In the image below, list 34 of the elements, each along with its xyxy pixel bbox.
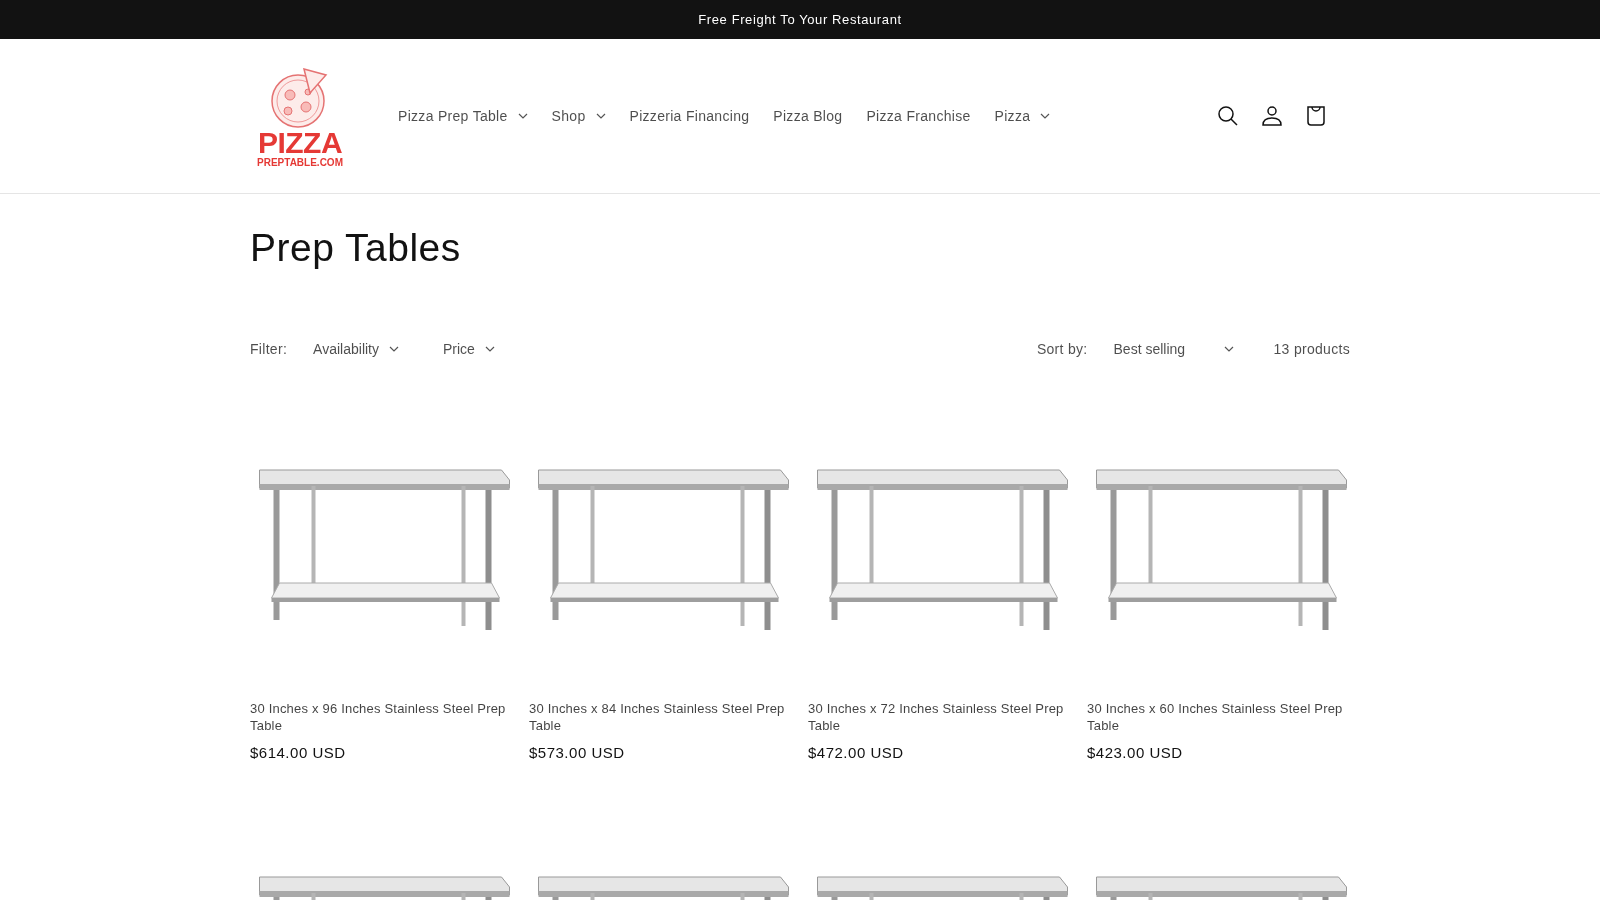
nav-link[interactable]: Pizza Franchise [856, 102, 981, 130]
product-price: $472.00 USD [808, 744, 905, 761]
product-price: $573.00 USD [529, 744, 626, 761]
sort-label: Sort by: [1036, 341, 1088, 357]
logo-domain: PREPTABLE.COM [257, 156, 343, 168]
product-title[interactable]: 30 Inches x 96 Inches Stainless Steel Prep Table [250, 700, 513, 734]
announcement-text: Free Freight To Your Restaurant [698, 12, 902, 27]
product-title[interactable]: 30 Inches x 72 Inches Stainless Steel Prep Table [808, 700, 1071, 734]
account-icon[interactable] [1260, 104, 1284, 128]
logo-word: PIZZA [257, 128, 343, 157]
filter-dropdown[interactable]: Price [437, 340, 501, 358]
store-logo[interactable]: PIZZA PREPTABLE.COM [250, 64, 350, 168]
caret-icon [484, 346, 495, 352]
caret-icon [595, 113, 606, 119]
caret-icon [389, 346, 399, 352]
nav-link[interactable]: Pizza Blog [763, 102, 853, 130]
page-title: Prep Tables [250, 226, 462, 270]
nav-link[interactable]: Pizza Prep Table [388, 102, 538, 130]
nav-link[interactable]: Shop [541, 102, 616, 130]
product-price: $614.00 USD [250, 744, 347, 761]
filter-label: Filter: [250, 341, 288, 357]
caret-icon [517, 113, 528, 119]
product-title[interactable]: 30 Inches x 84 Inches Stainless Steel Prep Table [529, 700, 792, 734]
sort-dropdown[interactable]: Best selling [1107, 340, 1240, 358]
cart-icon[interactable] [1304, 104, 1328, 128]
caret-icon [1223, 346, 1234, 352]
product-price: $423.00 USD [1087, 744, 1184, 761]
caret-icon [1040, 113, 1051, 119]
filter-dropdown[interactable]: Availability [307, 340, 405, 358]
nav-link[interactable]: Pizza [984, 102, 1061, 130]
search-icon[interactable] [1216, 104, 1240, 128]
product-title[interactable]: 30 Inches x 60 Inches Stainless Steel Prep Table [1087, 700, 1350, 734]
product-count: 13 products [1273, 341, 1350, 357]
nav-link[interactable]: Pizzeria Financing [619, 102, 760, 130]
